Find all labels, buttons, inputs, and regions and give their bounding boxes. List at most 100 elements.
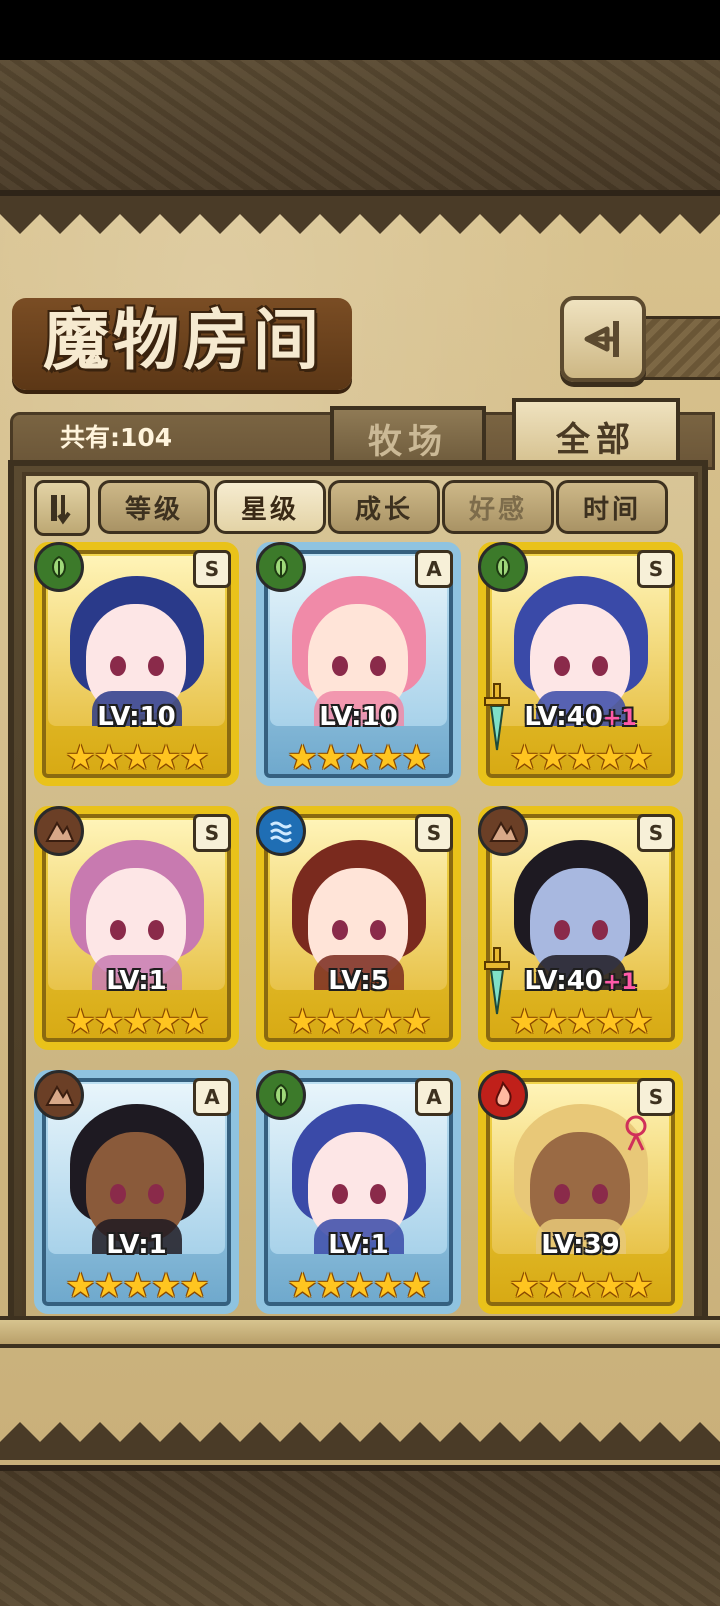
monster-card[interactable]: S LV:10 ★★★★★ <box>34 542 239 786</box>
star-icon: ★ <box>65 1266 96 1306</box>
rock-element-icon <box>478 806 528 856</box>
star-icon: ★ <box>537 1002 569 1042</box>
rock-element-icon <box>34 1070 84 1120</box>
sort-star-button[interactable]: 星级 <box>214 480 326 534</box>
star-icon: ★ <box>179 1002 210 1042</box>
star-icon: ★ <box>287 1266 318 1306</box>
monster-card[interactable]: A LV:1 ★★★★★ <box>34 1070 239 1314</box>
status-bar <box>0 0 720 60</box>
monster-count: 共有:104 <box>60 423 173 452</box>
sort-order-toggle[interactable] <box>34 480 90 536</box>
star-icon: ★ <box>623 1002 654 1042</box>
star-rating: ★★★★★ <box>34 1266 239 1306</box>
grass-element-icon <box>256 542 306 592</box>
star-icon: ★ <box>509 738 540 778</box>
rank-badge: A <box>415 550 453 588</box>
sort-time-button[interactable]: 时间 <box>556 480 668 534</box>
star-icon: ★ <box>315 1266 347 1306</box>
map-background-bottom <box>0 1465 720 1606</box>
panel-footer-rail <box>0 1316 720 1348</box>
rank-badge: A <box>193 1078 231 1116</box>
monster-card[interactable]: S LV:1 ★★★★★ <box>34 806 239 1050</box>
monster-card[interactable]: S LV:40+1 ★★★★★ <box>478 806 683 1050</box>
star-icon: ★ <box>93 1266 125 1306</box>
star-icon: ★ <box>344 1266 375 1306</box>
star-icon: ★ <box>401 1266 432 1306</box>
level-value: LV:40 <box>524 966 603 996</box>
level-value: LV:5 <box>328 966 389 996</box>
rank-badge: S <box>193 550 231 588</box>
star-icon: ★ <box>623 1266 654 1306</box>
star-icon: ★ <box>150 738 182 778</box>
level-label: LV:10 <box>256 702 461 732</box>
monster-card[interactable]: S LV:40+1 ★★★★★ <box>478 542 683 786</box>
star-icon: ★ <box>566 738 597 778</box>
star-icon: ★ <box>344 738 375 778</box>
tab-ranch[interactable]: 牧场 <box>330 406 486 466</box>
level-label: LV:39 <box>478 1230 683 1260</box>
star-rating: ★★★★★ <box>256 1266 461 1306</box>
monster-card[interactable]: A LV:1 ★★★★★ <box>256 1070 461 1314</box>
level-value: LV:10 <box>97 702 176 732</box>
grass-element-icon <box>34 542 84 592</box>
star-icon: ★ <box>401 738 432 778</box>
zigzag-edge-bottom <box>0 1422 720 1460</box>
star-icon: ★ <box>537 1266 569 1306</box>
rank-badge: S <box>637 1078 675 1116</box>
charm-icon <box>625 1115 647 1151</box>
star-icon: ★ <box>315 738 347 778</box>
level-bonus: +1 <box>602 970 637 995</box>
sort-growth-button[interactable]: 成长 <box>328 480 440 534</box>
rank-badge: S <box>637 814 675 852</box>
star-icon: ★ <box>93 738 125 778</box>
star-rating: ★★★★★ <box>478 738 683 778</box>
level-label: LV:40+1 <box>478 702 683 732</box>
sort-affection-button[interactable]: 好感 <box>442 480 554 534</box>
star-icon: ★ <box>315 1002 347 1042</box>
level-bonus: +1 <box>602 706 637 731</box>
rank-badge: S <box>193 814 231 852</box>
star-icon: ★ <box>594 1266 626 1306</box>
level-value: LV:1 <box>106 966 167 996</box>
sort-order-icon <box>51 495 71 525</box>
star-icon: ★ <box>566 1266 597 1306</box>
level-value: LV:1 <box>106 1230 167 1260</box>
star-icon: ★ <box>179 1266 210 1306</box>
back-button[interactable] <box>560 296 646 382</box>
monster-card[interactable]: A LV:10 ★★★★★ <box>256 542 461 786</box>
star-icon: ★ <box>150 1002 182 1042</box>
fire-element-icon <box>478 1070 528 1120</box>
star-icon: ★ <box>65 738 96 778</box>
star-icon: ★ <box>594 1002 626 1042</box>
star-icon: ★ <box>509 1002 540 1042</box>
level-label: LV:1 <box>34 966 239 996</box>
star-icon: ★ <box>623 738 654 778</box>
star-icon: ★ <box>344 1002 375 1042</box>
water-element-icon <box>256 806 306 856</box>
level-value: LV:1 <box>328 1230 389 1260</box>
star-icon: ★ <box>122 1266 153 1306</box>
star-icon: ★ <box>372 738 404 778</box>
monster-card[interactable]: S LV:5 ★★★★★ <box>256 806 461 1050</box>
star-icon: ★ <box>566 1002 597 1042</box>
map-background-top <box>0 60 720 196</box>
back-arrow-icon <box>584 321 619 357</box>
star-icon: ★ <box>509 1266 540 1306</box>
page-title: 魔物房间 <box>43 301 323 379</box>
grass-element-icon <box>256 1070 306 1120</box>
star-icon: ★ <box>93 1002 125 1042</box>
star-icon: ★ <box>401 1002 432 1042</box>
monster-card[interactable]: S LV:39 ★★★★★ <box>478 1070 683 1314</box>
star-icon: ★ <box>65 1002 96 1042</box>
star-icon: ★ <box>537 738 569 778</box>
star-icon: ★ <box>122 738 153 778</box>
star-icon: ★ <box>179 738 210 778</box>
star-rating: ★★★★★ <box>34 738 239 778</box>
level-label: LV:1 <box>34 1230 239 1260</box>
star-icon: ★ <box>150 1266 182 1306</box>
sort-level-button[interactable]: 等级 <box>98 480 210 534</box>
star-rating: ★★★★★ <box>256 1002 461 1042</box>
rank-badge: S <box>637 550 675 588</box>
level-label: LV:1 <box>256 1230 461 1260</box>
star-rating: ★★★★★ <box>478 1266 683 1306</box>
